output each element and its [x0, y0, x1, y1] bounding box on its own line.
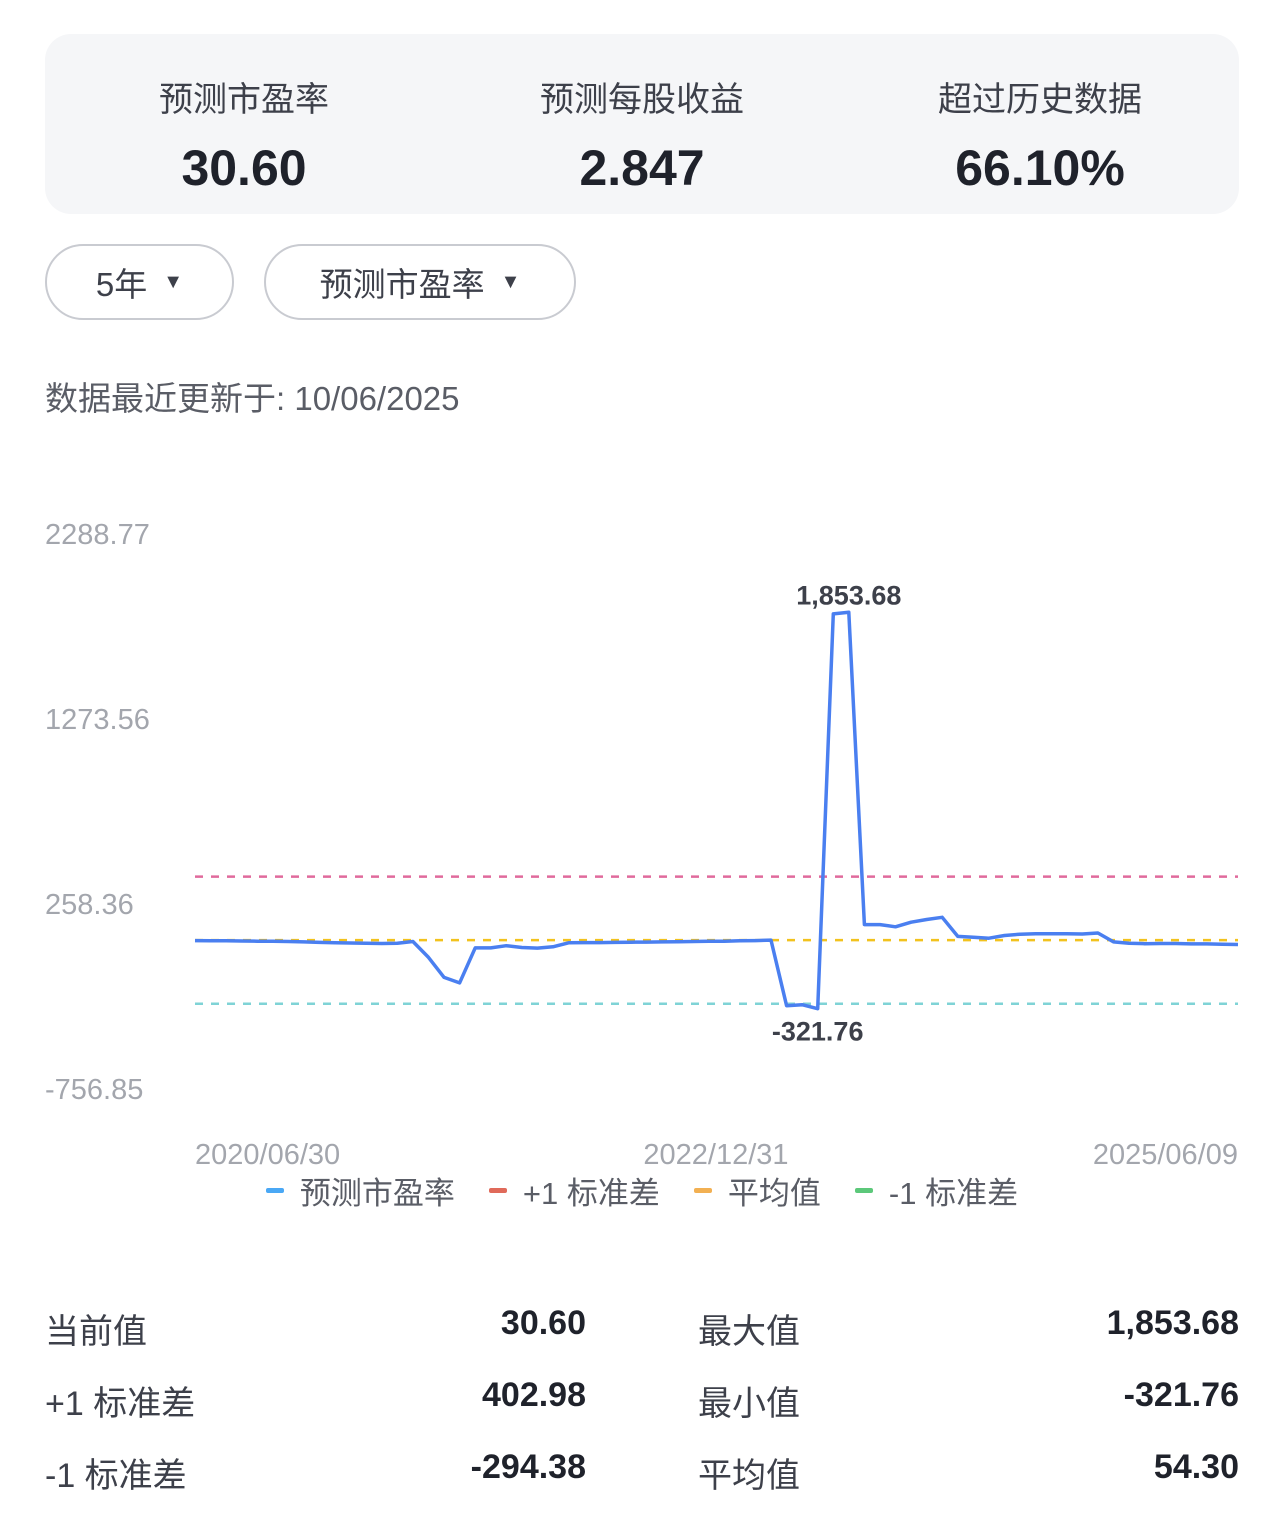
pe-series-line [194, 610, 1239, 1011]
stat-label: +1 标准差 [45, 1384, 196, 1423]
legend-swatch [693, 1188, 712, 1193]
stats-row: 当前值 30.60 最大值 1,853.68 [45, 1292, 1239, 1364]
y-tick-label: 1273.56 [45, 704, 150, 736]
summary-forward-eps: 预测每股收益 2.847 [443, 34, 841, 214]
stat-label: 最小值 [698, 1384, 800, 1423]
stat-value: -321.76 [1123, 1375, 1239, 1414]
legend-swatch [265, 1188, 284, 1193]
y-tick-label: 258.36 [45, 889, 134, 921]
summary-label: 预测每股收益 [540, 81, 744, 119]
stat-value: 402.98 [482, 1375, 586, 1414]
stat-label: 最大值 [698, 1312, 800, 1351]
summary-value: 2.847 [579, 140, 705, 196]
stat-min: 最小值 -321.76 [698, 1376, 1239, 1425]
stat-label: -1 标准差 [45, 1456, 187, 1495]
y-tick-label: 2288.77 [45, 519, 150, 551]
legend-item-mean[interactable]: 平均值 [693, 1168, 821, 1213]
stat-value: 1,853.68 [1106, 1303, 1239, 1342]
summary-value: 30.60 [181, 140, 307, 196]
stat-value: 54.30 [1153, 1447, 1239, 1486]
summary-value: 66.10% [955, 140, 1125, 196]
x-tick-label: 2022/12/31 [643, 1139, 788, 1171]
legend-item-pe[interactable]: 预测市盈率 [265, 1168, 455, 1213]
stats-row: +1 标准差 402.98 最小值 -321.76 [45, 1364, 1239, 1436]
legend-item-plus-std[interactable]: +1 标准差 [488, 1168, 660, 1213]
stat-plus-std: +1 标准差 402.98 [45, 1376, 586, 1425]
summary-forward-pe: 预测市盈率 30.60 [45, 34, 443, 214]
stat-label: 平均值 [698, 1456, 800, 1495]
legend-item-minus-std[interactable]: -1 标准差 [854, 1168, 1019, 1213]
legend-label: +1 标准差 [522, 1176, 660, 1211]
stat-label: 当前值 [45, 1312, 147, 1351]
stat-minus-std: -1 标准差 -294.38 [45, 1448, 586, 1497]
stat-value: 30.60 [500, 1303, 586, 1342]
max-value-label: 1,853.68 [796, 580, 901, 610]
caret-down-icon: ▼ [500, 270, 521, 293]
summary-label: 预测市盈率 [159, 81, 329, 119]
stat-mean: 平均值 54.30 [698, 1448, 1239, 1497]
y-tick-label: -756.85 [45, 1074, 143, 1106]
min-value-label: -321.76 [772, 1017, 864, 1047]
legend-label: 平均值 [727, 1176, 821, 1211]
pe-chart: 2288.77 1273.56 258.36 -756.85 1,853.68 -321.… [45, 519, 1239, 1171]
x-tick-label: 2020/06/30 [195, 1139, 340, 1171]
chart-legend: 预测市盈率 +1 标准差 平均值 -1 标准差 [0, 1168, 1284, 1213]
metric-dropdown-label: 预测市盈率 [319, 266, 485, 303]
stats-row: -1 标准差 -294.38 平均值 54.30 [45, 1436, 1239, 1508]
legend-label: -1 标准差 [888, 1176, 1019, 1211]
period-dropdown[interactable]: 5年 ▼ [45, 244, 234, 320]
stats-table: 当前值 30.60 最大值 1,853.68 +1 标准差 402.98 最小值… [45, 1292, 1239, 1508]
stat-current: 当前值 30.60 [45, 1304, 586, 1353]
caret-down-icon: ▼ [163, 270, 184, 293]
legend-swatch [854, 1188, 873, 1193]
legend-label: 预测市盈率 [299, 1176, 455, 1211]
legend-swatch [488, 1188, 507, 1193]
summary-label: 超过历史数据 [938, 81, 1142, 119]
x-tick-label: 2025/06/09 [1093, 1139, 1238, 1171]
stat-value: -294.38 [470, 1447, 586, 1486]
metric-dropdown[interactable]: 预测市盈率 ▼ [264, 244, 576, 320]
last-updated-text: 数据最近更新于: 10/06/2025 [45, 380, 460, 417]
summary-percentile: 超过历史数据 66.10% [841, 34, 1239, 214]
summary-card: 预测市盈率 30.60 预测每股收益 2.847 超过历史数据 66.10% [45, 34, 1239, 214]
period-dropdown-label: 5年 [95, 266, 148, 303]
stat-max: 最大值 1,853.68 [698, 1304, 1239, 1353]
